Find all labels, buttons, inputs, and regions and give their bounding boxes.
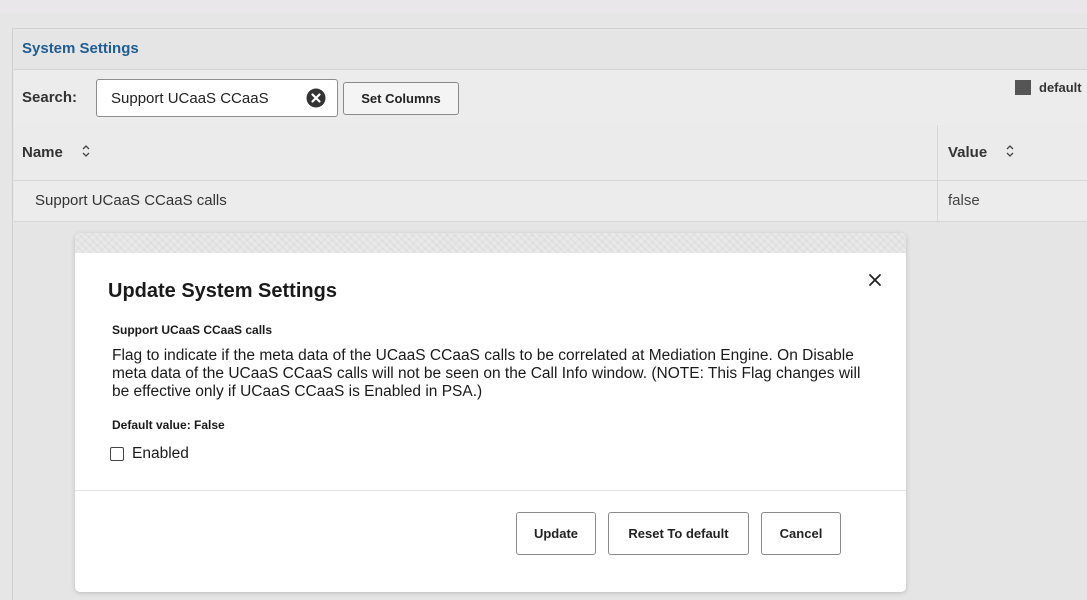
- dialog-title: Update System Settings: [108, 280, 337, 302]
- dialog-drag-band[interactable]: [75, 233, 906, 253]
- panel-title: System Settings: [22, 40, 139, 57]
- close-icon[interactable]: [865, 270, 885, 290]
- update-button[interactable]: Update: [516, 512, 596, 555]
- sort-icon[interactable]: [1005, 126, 1015, 181]
- enabled-checkbox[interactable]: [110, 447, 124, 461]
- table-row[interactable]: Support UCaaS CCaaS calls false: [14, 181, 1087, 222]
- search-label: Search:: [22, 89, 78, 106]
- column-header-value[interactable]: Value: [937, 125, 1087, 180]
- sort-icon[interactable]: [81, 126, 91, 181]
- column-header-value-label: Value: [948, 144, 988, 161]
- page: System Settings Search: Support UCaaS CC…: [0, 0, 1087, 600]
- dialog-divider: [75, 490, 906, 491]
- setting-name: Support UCaaS CCaaS calls: [112, 323, 273, 337]
- default-value: Default value: False: [112, 418, 225, 432]
- column-header-name-label: Name: [22, 144, 63, 161]
- cancel-button[interactable]: Cancel: [761, 512, 841, 555]
- column-header-name[interactable]: Name: [22, 125, 91, 180]
- table-header: Name Value: [14, 125, 1087, 181]
- search-toolbar: Search: Support UCaaS CCaaS Set Columns …: [14, 69, 1087, 126]
- default-legend-swatch: [1015, 80, 1031, 95]
- enabled-checkbox-label[interactable]: Enabled: [132, 445, 189, 463]
- clear-search-icon[interactable]: [306, 88, 326, 108]
- search-input-value: Support UCaaS CCaaS: [111, 90, 269, 107]
- set-columns-button[interactable]: Set Columns: [343, 82, 459, 115]
- table-cell-value: false: [937, 181, 1087, 221]
- update-settings-dialog: Update System Settings Support UCaaS CCa…: [75, 233, 906, 592]
- default-legend-label: default: [1039, 80, 1082, 95]
- reset-to-default-button[interactable]: Reset To default: [608, 512, 749, 555]
- search-input[interactable]: Support UCaaS CCaaS: [96, 79, 338, 117]
- top-strip: [0, 0, 1087, 13]
- setting-description: Flag to indicate if the meta data of the…: [112, 347, 861, 400]
- table-cell-name: Support UCaaS CCaaS calls: [35, 192, 227, 209]
